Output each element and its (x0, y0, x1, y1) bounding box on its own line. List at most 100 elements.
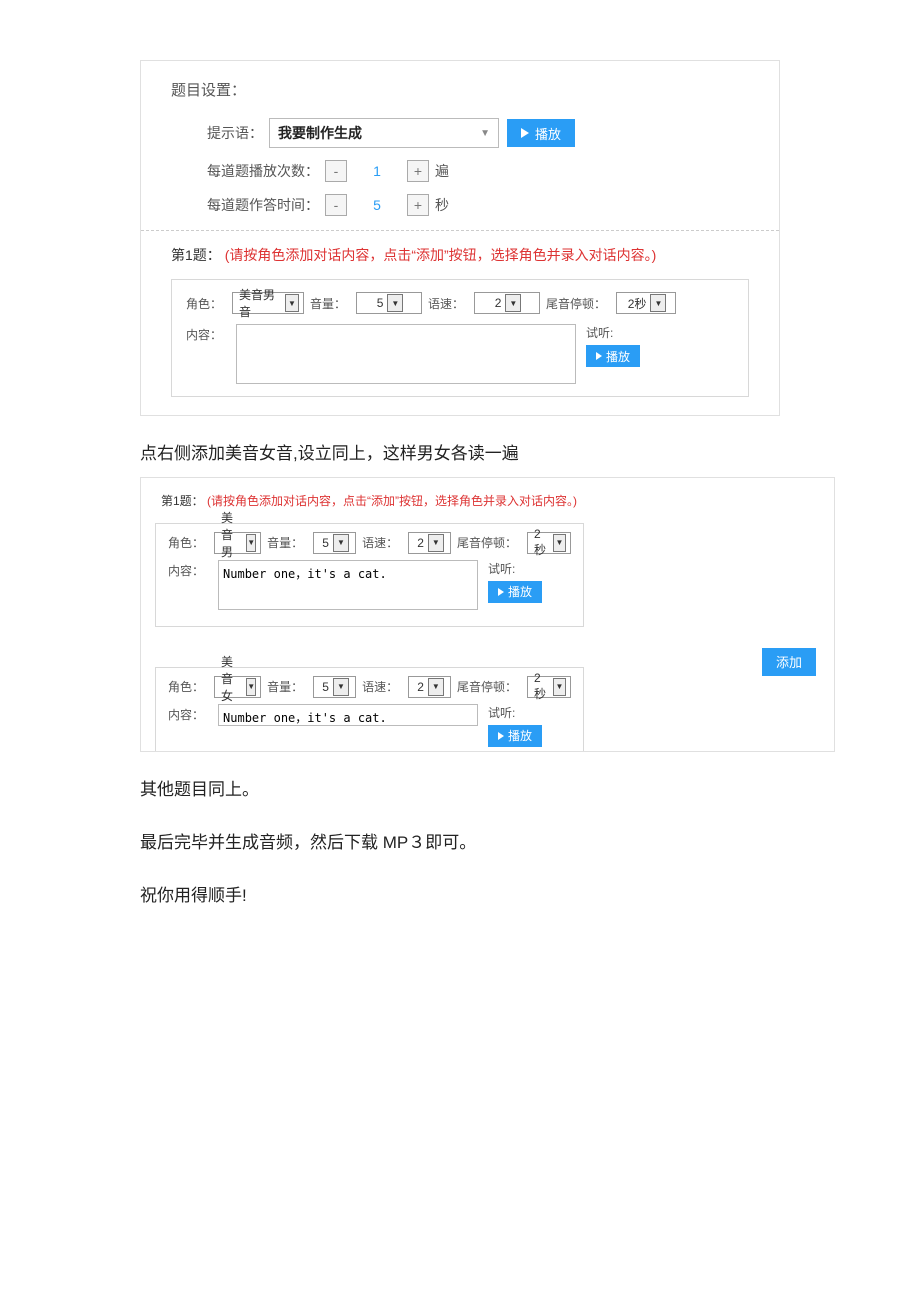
test-play-button[interactable]: 播放 (488, 725, 542, 747)
tail-value: 2秒 (534, 527, 549, 558)
play-count-value: 1 (347, 160, 407, 182)
play-label: 播放 (508, 583, 532, 600)
content-textarea[interactable] (218, 704, 478, 726)
tail-label: 尾音停顿： (457, 678, 517, 695)
role-select[interactable]: 美音女音 ▼ (214, 676, 261, 698)
volume-label: 音量： (267, 534, 303, 551)
body-text-2: 其他题目同上。 (140, 776, 820, 805)
answer-time-value: 5 (347, 194, 407, 216)
test-play-button[interactable]: 播放 (488, 581, 542, 603)
volume-label: 音量： (310, 295, 346, 312)
volume-select[interactable]: 5 ▼ (313, 676, 356, 698)
prompt-dropdown[interactable]: 我要制作生成 ▼ (269, 118, 499, 148)
question-prefix: 第1题： (161, 494, 204, 508)
content-label: 内容： (168, 560, 204, 579)
content-label: 内容： (168, 704, 204, 723)
speed-label: 语速： (428, 295, 464, 312)
tail-select[interactable]: 2秒 ▼ (527, 676, 571, 698)
play-icon (521, 128, 529, 138)
question-panel-2: 第1题： (请按角色添加对话内容，点击“添加”按钮，选择角色并录入对话内容。) … (140, 477, 835, 752)
chevron-down-icon: ▼ (246, 678, 256, 696)
speed-value: 2 (417, 680, 424, 694)
answer-time-row: 每道题作答时间： - 5 + 秒 (171, 194, 749, 216)
question-prefix: 第1题： (171, 247, 221, 263)
tail-select[interactable]: 2秒 ▼ (616, 292, 676, 314)
chevron-down-icon: ▼ (285, 294, 299, 312)
play-icon (596, 352, 602, 360)
role-value: 美音男音 (239, 286, 281, 320)
test-play-button[interactable]: 播放 (586, 345, 640, 367)
content-label: 内容： (186, 324, 222, 343)
settings-title: 题目设置： (171, 79, 749, 100)
body-text-3: 最后完毕并生成音频，然后下载 MP３即可。 (140, 829, 820, 858)
question-hint: (请按角色添加对话内容，点击“添加”按钮，选择角色并录入对话内容。) (225, 247, 657, 263)
play-count-label: 每道题播放次数： (207, 161, 319, 181)
test-listen: 试听: 播放 (488, 704, 542, 747)
answer-time-stepper[interactable]: - 5 + (325, 194, 429, 216)
speed-label: 语速： (362, 678, 398, 695)
separator (141, 230, 779, 231)
tail-label: 尾音停顿： (546, 295, 606, 312)
params-row: 角色： 美音女音 ▼ 音量： 5 ▼ 语速： 2 ▼ 尾音停顿： 2秒 (168, 676, 571, 698)
answer-time-label: 每道题作答时间： (207, 195, 319, 215)
play-label: 播放 (508, 727, 532, 744)
volume-value: 5 (322, 680, 329, 694)
minus-button[interactable]: - (325, 194, 347, 216)
test-listen: 试听: 播放 (488, 560, 542, 603)
chevron-down-icon: ▼ (553, 678, 566, 696)
content-row: 内容： 试听: 播放 (168, 704, 571, 747)
params-row: 角色： 美音男音 ▼ 音量： 5 ▼ 语速： 2 ▼ 尾音停顿： 2秒 (168, 532, 571, 554)
body-text-4: 祝你用得顺手! (140, 882, 820, 911)
add-button-wrap: 添加 (762, 648, 816, 676)
prompt-play-button[interactable]: 播放 (507, 119, 575, 147)
chevron-down-icon: ▼ (333, 534, 349, 552)
chevron-down-icon: ▼ (650, 294, 666, 312)
play-label: 播放 (606, 348, 630, 365)
play-count-unit: 遍 (435, 161, 449, 181)
plus-button[interactable]: + (407, 160, 429, 182)
test-label: 试听: (488, 704, 515, 721)
tail-label: 尾音停顿： (457, 534, 517, 551)
content-row: 内容： 试听: 播放 (168, 560, 571, 610)
test-listen: 试听: 播放 (586, 324, 640, 367)
question-header: 第1题： (请按角色添加对话内容，点击“添加”按钮，选择角色并录入对话内容。) (171, 245, 749, 265)
volume-label: 音量： (267, 678, 303, 695)
content-textarea[interactable] (218, 560, 478, 610)
play-icon (498, 732, 504, 740)
role-select[interactable]: 美音男音 ▼ (214, 532, 261, 554)
settings-panel: 题目设置： 提示语： 我要制作生成 ▼ 播放 每道题播放次数： - 1 + 遍 … (140, 60, 780, 416)
speed-select[interactable]: 2 ▼ (408, 532, 451, 554)
role-label: 角色： (168, 534, 204, 551)
plus-button[interactable]: + (407, 194, 429, 216)
tail-select[interactable]: 2秒 ▼ (527, 532, 571, 554)
speed-label: 语速： (362, 534, 398, 551)
chevron-down-icon: ▼ (428, 678, 444, 696)
speed-select[interactable]: 2 ▼ (474, 292, 540, 314)
add-button[interactable]: 添加 (762, 648, 816, 676)
volume-value: 5 (322, 536, 329, 550)
role-label: 角色： (168, 678, 204, 695)
params-row: 角色： 美音男音 ▼ 音量： 5 ▼ 语速： 2 ▼ 尾音停顿： 2秒 (186, 292, 734, 314)
content-row: 内容： 试听: 播放 (186, 324, 734, 384)
test-label: 试听: (488, 560, 515, 577)
chevron-down-icon: ▼ (553, 534, 566, 552)
content-textarea[interactable] (236, 324, 576, 384)
speed-select[interactable]: 2 ▼ (408, 676, 451, 698)
chevron-down-icon: ▼ (333, 678, 349, 696)
minus-button[interactable]: - (325, 160, 347, 182)
tail-value: 2秒 (628, 295, 647, 312)
volume-select[interactable]: 5 ▼ (356, 292, 422, 314)
answer-time-unit: 秒 (435, 195, 449, 215)
chevron-down-icon: ▼ (480, 128, 490, 139)
play-count-stepper[interactable]: - 1 + (325, 160, 429, 182)
chevron-down-icon: ▼ (428, 534, 444, 552)
volume-select[interactable]: 5 ▼ (313, 532, 356, 554)
question-header-2: 第1题： (请按角色添加对话内容，点击“添加”按钮，选择角色并录入对话内容。) (141, 478, 834, 511)
volume-value: 5 (377, 296, 384, 310)
chevron-down-icon: ▼ (505, 294, 521, 312)
play-icon (498, 588, 504, 596)
question-hint: (请按角色添加对话内容，点击“添加”按钮，选择角色并录入对话内容。) (207, 494, 577, 508)
chevron-down-icon: ▼ (387, 294, 403, 312)
test-label: 试听: (586, 324, 613, 341)
role-select[interactable]: 美音男音 ▼ (232, 292, 304, 314)
